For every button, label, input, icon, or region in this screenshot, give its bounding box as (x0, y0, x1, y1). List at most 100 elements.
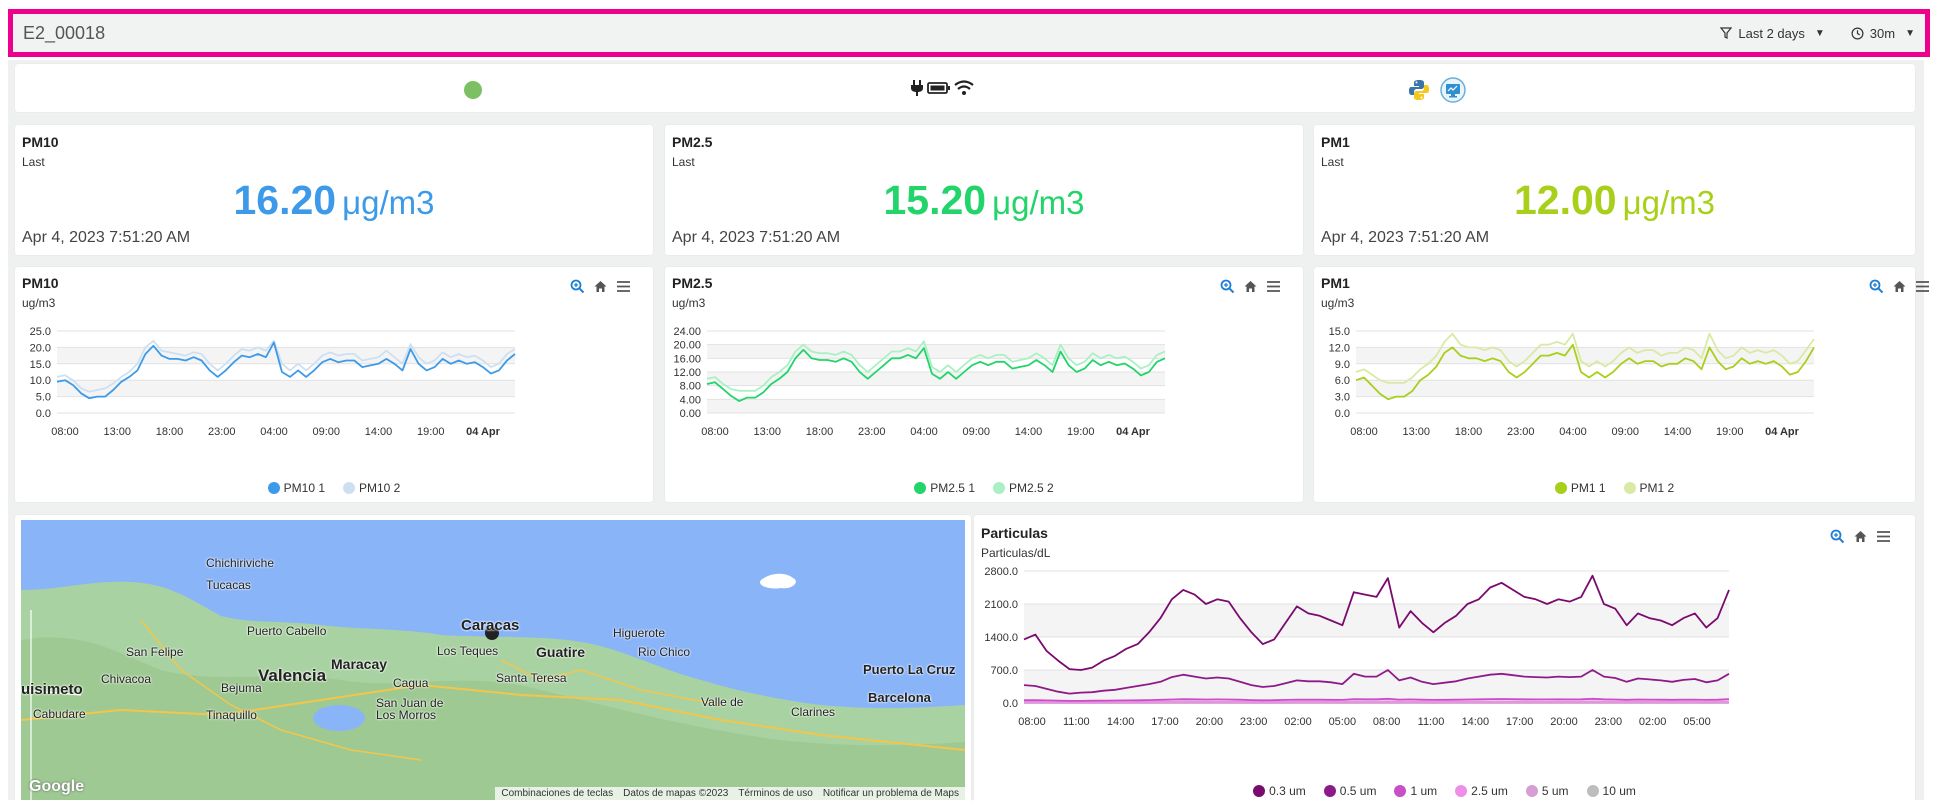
series-line (1024, 700, 1730, 704)
card-value: 16.20 μg/m3 (15, 177, 653, 224)
report-problem-link[interactable]: Notificar un problema de Maps (823, 788, 959, 799)
y-tick-label: 4.00 (680, 394, 701, 406)
pm25-value-card: PM2.5 Last 15.20 μg/m3 Apr 4, 2023 7:51:2… (665, 125, 1303, 255)
y-tick-label: 12.00 (673, 367, 701, 379)
legend-marker (1623, 482, 1636, 494)
legend-item[interactable]: PM2.5 1 (914, 481, 975, 495)
legend-item[interactable]: PM1 1 (1554, 481, 1606, 495)
legend-item[interactable]: PM2.5 2 (993, 481, 1054, 495)
map-attribution: Combinaciones de teclas Datos de mapas ©… (495, 787, 965, 800)
x-tick-label: 14:00 (1107, 716, 1135, 728)
x-tick-label: 23:00 (1507, 426, 1535, 438)
legend-item[interactable]: 1 um (1394, 784, 1437, 798)
x-tick-label: 14:00 (1015, 426, 1043, 438)
x-tick-label: 08:00 (1018, 716, 1046, 728)
card-timestamp: Apr 4, 2023 7:51:20 AM (1321, 229, 1490, 246)
legend-marker (1586, 785, 1599, 797)
x-tick-label: 23:00 (1240, 716, 1268, 728)
x-tick-label: 18:00 (806, 426, 834, 438)
time-range-filter[interactable]: Last 2 days ▼ (1720, 26, 1825, 41)
value-number: 12.00 (1514, 177, 1617, 223)
keyboard-shortcuts-link[interactable]: Combinaciones de teclas (501, 788, 613, 799)
x-tick-label: 08:00 (1373, 716, 1401, 728)
legend-item[interactable]: PM10 1 (267, 481, 325, 495)
google-logo: Google (29, 778, 85, 795)
map-place-label: Puerto Cabello (247, 624, 327, 638)
legend-label: PM2.5 2 (1009, 481, 1054, 495)
x-tick-label: 20:00 (1196, 716, 1224, 728)
y-tick-label: 15.0 (1329, 326, 1350, 338)
x-tick-label: 04 Apr (466, 426, 501, 438)
y-tick-label: 2800.0 (984, 566, 1018, 578)
location-map[interactable]: Chichiriviche Tucacas Puerto Cabello San… (21, 520, 965, 800)
x-tick-label: 11:00 (1063, 716, 1090, 728)
legend-item[interactable]: PM1 2 (1623, 481, 1674, 495)
y-tick-label: 2100.0 (984, 599, 1018, 611)
pm10-line-chart: 25.0 20.0 15.0 10.0 5.0 0.008:00 13:00 18:00 23:… (30, 326, 516, 438)
pm10-chart-panel: PM10 ug/m3 25.0 20.0 15.0 10.0 5.0 0.0 08:00 13… (15, 267, 653, 502)
legend-marker (914, 482, 927, 494)
chart-legend: PM2.5 1 PM2.5 2 (665, 481, 1303, 495)
legend-marker (1323, 785, 1336, 797)
legend-label: 0.3 um (1269, 784, 1306, 798)
card-title: PM2.5 (672, 134, 713, 150)
x-tick-label: 19:00 (417, 426, 445, 438)
x-tick-label: 14:00 (1462, 716, 1490, 728)
card-value: 12.00 μg/m3 (1314, 177, 1915, 224)
legend-item[interactable]: 5 um (1525, 784, 1569, 798)
online-status-indicator (464, 81, 482, 99)
map-place-label: Guatire (536, 644, 586, 660)
legend-item[interactable]: 2.5 um (1455, 784, 1508, 798)
grid-band (1356, 380, 1814, 397)
legend-marker (1455, 785, 1468, 797)
map-place-label: Los Morros (376, 708, 437, 722)
y-tick-label: 20.0 (30, 342, 51, 354)
x-tick-label: 08:00 (1350, 426, 1378, 438)
map-place-label: Cagua (393, 676, 429, 690)
x-tick-label: 14:00 (1664, 426, 1692, 438)
x-tick-label: 09:00 (962, 426, 990, 438)
map-place-label: Barcelona (868, 690, 931, 705)
legend-item[interactable]: 0.5 um (1323, 784, 1376, 798)
refresh-interval-select[interactable]: 30m ▼ (1851, 26, 1915, 41)
dashboard-header: E2_00018 Last 2 days ▼ 30m ▼ (8, 9, 1930, 57)
legend-item[interactable]: 10 um (1586, 784, 1636, 798)
legend-marker (343, 482, 355, 494)
terms-link[interactable]: Términos de uso (738, 788, 812, 799)
x-tick-label: 23:00 (208, 426, 236, 438)
legend-item[interactable]: PM10 2 (343, 481, 400, 495)
legend-marker (1253, 785, 1266, 797)
x-tick-label: 09:00 (1611, 426, 1639, 438)
map-place-label: Los Teques (437, 644, 499, 658)
python-icon[interactable] (1408, 79, 1430, 101)
legend-label: PM1 1 (1570, 481, 1606, 495)
card-subtitle: Last (1321, 155, 1344, 169)
header-controls: Last 2 days ▼ 30m ▼ (1720, 26, 1915, 41)
location-map-panel: Chichiriviche Tucacas Puerto Cabello San… (15, 515, 971, 802)
map-place-label: Tucacas (206, 578, 251, 592)
x-tick-label: 04 Apr (1116, 426, 1151, 438)
chart-legend: PM1 1 PM1 2 (1314, 481, 1915, 495)
particulas-line-chart: 2800.02100.01400.0700.00.008:00 11:00 14:0… (984, 566, 1730, 728)
x-tick-label: 18:00 (1455, 426, 1483, 438)
pm1-value-card: PM1 Last 12.00 μg/m3 Apr 4, 2023 7:51:20 … (1314, 125, 1915, 255)
monitor-icon[interactable] (1440, 77, 1466, 103)
legend-label: PM10 1 (283, 481, 325, 495)
chart-legend: 0.3 um 0.5 um 1 um 2.5 um 5 um 10 um (974, 784, 1915, 798)
x-tick-label: 04 Apr (1765, 426, 1800, 438)
y-tick-label: 12.0 (1329, 342, 1350, 354)
x-tick-label: 13:00 (103, 426, 131, 438)
legend-label: 1 um (1410, 784, 1438, 798)
x-tick-label: 23:00 (1595, 716, 1623, 728)
x-tick-label: 17:00 (1151, 716, 1179, 728)
legend-item[interactable]: 0.3 um (1253, 784, 1306, 798)
card-title: PM1 (1321, 134, 1350, 150)
map-place-label: Higuerote (613, 626, 666, 640)
particulas-chart-panel: Particulas Particulas/dL 2800.0 2100.0 140… (974, 515, 1915, 802)
y-tick-label: 3.0 (1335, 392, 1350, 404)
menu-icon[interactable] (1915, 280, 1930, 298)
pm1-line-chart: 15.0 12.0 9.0 6.0 3.0 0.008:00 13:00 18:00 23:00… (1329, 326, 1815, 438)
service-icons (1408, 77, 1466, 103)
pm10-value-card: PM10 Last 16.20 μg/m3 Apr 4, 2023 7:51:20… (15, 125, 653, 255)
y-tick-label: 5.0 (36, 392, 51, 404)
